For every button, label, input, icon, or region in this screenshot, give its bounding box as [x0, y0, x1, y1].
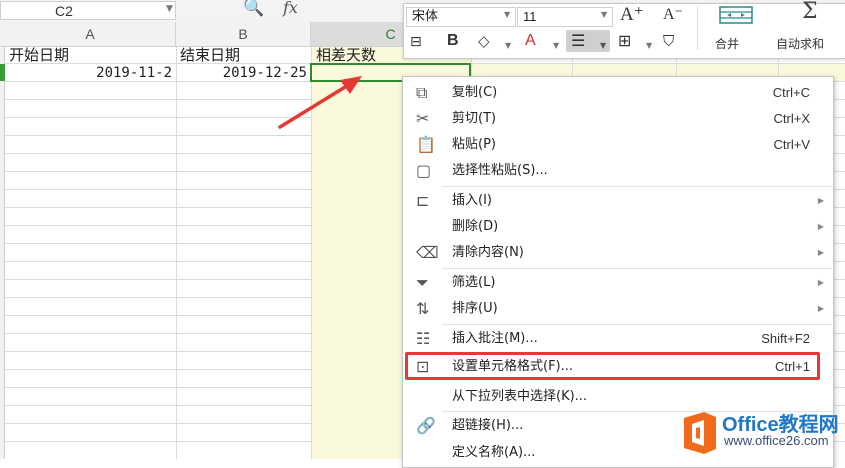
toolbar-divider: [697, 6, 698, 50]
scissors-icon: ✂: [416, 109, 430, 128]
filter-icon: ⏷: [416, 273, 429, 292]
menu-item-filter[interactable]: ⏷ 筛选(L) ▶: [402, 270, 832, 296]
autosum-icon[interactable]: Σ: [802, 1, 818, 23]
wrap-text-icon[interactable]: ⊟: [410, 32, 422, 52]
increase-font-icon[interactable]: A⁺: [620, 5, 644, 25]
menu-divider: [442, 324, 832, 325]
zoom-icon[interactable]: 🔍: [243, 0, 264, 18]
submenu-arrow-icon: ▶: [817, 196, 824, 205]
comment-icon: ☷: [416, 329, 431, 348]
menu-item-label: 删除(D): [452, 219, 499, 234]
column-header-b[interactable]: B: [176, 22, 311, 46]
menu-item-shortcut: Ctrl+X: [773, 111, 810, 126]
submenu-arrow-icon: ▶: [817, 222, 824, 231]
menu-item-label: 从下拉列表中选择(K)...: [452, 389, 588, 404]
menu-item-clear-contents[interactable]: ⌫ 清除内容(N) ▶: [402, 240, 832, 266]
menu-item-shortcut: Ctrl+C: [772, 85, 810, 100]
name-box[interactable]: C2: [0, 1, 176, 20]
menu-item-insert-comment[interactable]: ☷ 插入批注(M)... Shift+F2: [402, 326, 832, 352]
cell-b1[interactable]: 结束日期: [180, 46, 240, 64]
fx-icon[interactable]: fx: [283, 0, 298, 17]
menu-item-shortcut: Ctrl+V: [773, 137, 810, 152]
submenu-arrow-icon: ▶: [817, 278, 824, 287]
chevron-down-icon[interactable]: ▼: [600, 36, 606, 56]
insert-icon: ⊏: [416, 191, 430, 210]
chevron-down-icon[interactable]: ▼: [646, 36, 652, 56]
cell-a1[interactable]: 开始日期: [9, 46, 69, 64]
grid-line: [176, 46, 177, 459]
menu-divider: [442, 268, 832, 269]
sort-icon: ⇅: [416, 299, 430, 318]
link-icon: 🔗: [416, 416, 436, 435]
menu-item-label: 粘贴(P): [452, 137, 496, 152]
submenu-arrow-icon: ▶: [817, 248, 824, 257]
menu-divider: [442, 186, 832, 187]
menu-item-insert[interactable]: ⊏ 插入(I) ▶: [402, 188, 832, 214]
menu-item-paste[interactable]: 📋 粘贴(P) Ctrl+V: [402, 132, 832, 158]
paste-special-icon: ▢: [416, 161, 432, 180]
menu-item-label: 超链接(H)...: [452, 418, 524, 433]
menu-item-label: 复制(C): [452, 85, 498, 100]
menu-item-paste-special[interactable]: ▢ 选择性粘贴(S)...: [402, 158, 832, 184]
decrease-font-icon[interactable]: A⁻: [663, 5, 683, 25]
font-size-select[interactable]: 11: [517, 7, 613, 27]
menu-item-label: 插入批注(M)...: [452, 331, 538, 346]
eraser-icon: ⌫: [416, 243, 439, 262]
annotation-arrow-icon: [278, 76, 362, 129]
cell-a2[interactable]: 2019-11-2: [5, 64, 172, 82]
border-icon[interactable]: ⊞: [618, 31, 631, 51]
merge-icon[interactable]: [718, 6, 754, 24]
menu-item-cut[interactable]: ✂ 剪切(T) Ctrl+X: [402, 106, 832, 132]
align-center-icon[interactable]: ☰: [571, 31, 585, 51]
menu-item-shortcut: Shift+F2: [761, 331, 810, 346]
menu-item-label: 排序(U): [452, 301, 498, 316]
chevron-down-icon[interactable]: ▼: [505, 36, 511, 56]
menu-item-label: 定义名称(A)...: [452, 445, 536, 460]
chevron-down-icon[interactable]: ▼: [553, 36, 559, 56]
watermark-url: www.office26.com: [724, 433, 829, 448]
font-color-button[interactable]: A: [525, 31, 536, 51]
menu-item-label: 选择性粘贴(S)...: [452, 163, 548, 178]
menu-item-label: 筛选(L): [452, 275, 496, 290]
font-name-select[interactable]: 宋体: [406, 7, 516, 27]
submenu-arrow-icon: ▶: [817, 304, 824, 313]
menu-item-sort[interactable]: ⇅ 排序(U) ▶: [402, 296, 832, 322]
column-header-a[interactable]: A: [5, 22, 176, 46]
menu-item-label: 清除内容(N): [452, 245, 524, 260]
office-logo-icon: [684, 412, 716, 454]
paste-icon: 📋: [416, 135, 436, 154]
row-header-strip: [0, 46, 5, 459]
bold-button[interactable]: B: [447, 31, 459, 51]
cell-c1[interactable]: 相差天数: [316, 46, 376, 64]
menu-item-label: 剪切(T): [452, 111, 497, 126]
menu-item-label: 插入(I): [452, 193, 492, 208]
name-box-dropdown-icon[interactable]: ▼: [166, 4, 173, 14]
autosum-button[interactable]: 自动求和: [776, 34, 824, 54]
merge-button[interactable]: 合并: [715, 34, 739, 54]
menu-item-copy[interactable]: ⧉ 复制(C) Ctrl+C: [402, 80, 832, 106]
chevron-down-icon[interactable]: ▼: [504, 10, 510, 19]
menu-item-delete[interactable]: 删除(D) ▶: [402, 214, 832, 240]
annotation-highlight-box: [405, 352, 820, 380]
format-painter-icon[interactable]: ⛉: [663, 31, 674, 51]
chevron-down-icon[interactable]: ▼: [601, 10, 607, 19]
fill-color-icon[interactable]: ◇: [478, 31, 490, 51]
copy-icon: ⧉: [416, 83, 428, 102]
menu-item-pick-from-list[interactable]: 从下拉列表中选择(K)...: [402, 384, 832, 410]
